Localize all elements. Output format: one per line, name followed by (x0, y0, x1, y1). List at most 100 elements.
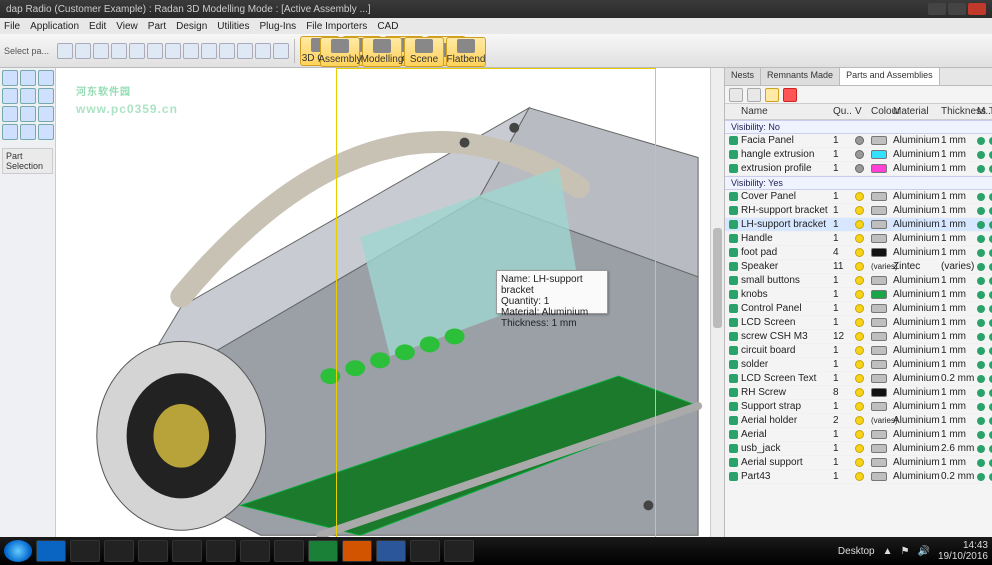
toolbar-icon[interactable] (765, 88, 779, 102)
part-row[interactable]: Speaker11(varies)Zintec(varies) (725, 260, 992, 274)
start-button[interactable] (4, 540, 32, 562)
viewport-scrollbar[interactable] (710, 68, 724, 537)
tool-icon[interactable] (255, 43, 271, 59)
part-row[interactable]: LH-support bracket1Aluminium1 mm (725, 218, 992, 232)
tool-icon[interactable] (201, 43, 217, 59)
tool-icon[interactable] (57, 43, 73, 59)
tab-parts-assemblies[interactable]: Parts and Assemblies (840, 68, 940, 85)
part-row[interactable]: Part431Aluminium0.2 mm (725, 470, 992, 484)
taskbar-app[interactable] (274, 540, 304, 562)
tool-icon[interactable] (183, 43, 199, 59)
part-row[interactable]: usb_jack1Aluminium2.6 mm (725, 442, 992, 456)
tab-nests[interactable]: Nests (725, 68, 761, 85)
lightbulb-icon[interactable] (855, 374, 864, 383)
menu-application[interactable]: Application (30, 21, 79, 32)
tool-icon[interactable] (129, 43, 145, 59)
lightbulb-icon[interactable] (855, 150, 864, 159)
colour-swatch[interactable] (871, 318, 887, 327)
tray-icon[interactable]: 🔊 (917, 546, 929, 557)
palette-icon[interactable] (2, 124, 18, 140)
colour-swatch[interactable] (871, 472, 887, 481)
part-row[interactable]: LCD Screen1Aluminium1 mm (725, 316, 992, 330)
part-colour[interactable]: (varies) (871, 262, 891, 271)
tab-remnants[interactable]: Remnants Made (761, 68, 840, 85)
palette-icon[interactable] (2, 88, 18, 104)
mode-flatbend-button[interactable]: Flatbend (446, 37, 486, 67)
part-selection-panel[interactable]: Part Selection (2, 148, 53, 174)
menu-plugins[interactable]: Plug-Ins (260, 21, 297, 32)
mode-assembly-button[interactable]: Assembly (320, 37, 360, 67)
clock-date[interactable]: 19/10/2016 (938, 551, 988, 562)
palette-icon[interactable] (38, 88, 54, 104)
lightbulb-icon[interactable] (855, 304, 864, 313)
taskbar-app[interactable] (172, 540, 202, 562)
part-colour[interactable]: (varies) (871, 416, 891, 425)
taskbar-app[interactable] (376, 540, 406, 562)
taskbar-app[interactable] (104, 540, 134, 562)
lightbulb-icon[interactable] (855, 388, 864, 397)
col-name[interactable]: Name (741, 106, 831, 117)
lightbulb-icon[interactable] (855, 402, 864, 411)
colour-swatch[interactable] (871, 290, 887, 299)
mode-modelling-button[interactable]: Modelling (362, 37, 402, 67)
tool-icon[interactable] (147, 43, 163, 59)
taskbar-app[interactable] (308, 540, 338, 562)
lightbulb-icon[interactable] (855, 248, 864, 257)
palette-icon[interactable] (2, 106, 18, 122)
menu-utilities[interactable]: Utilities (217, 21, 249, 32)
part-row[interactable]: Facia Panel1Aluminium1 mm (725, 134, 992, 148)
part-row[interactable]: LCD Screen Text1Aluminium0.2 mm (725, 372, 992, 386)
palette-icon[interactable] (2, 70, 18, 86)
lightbulb-icon[interactable] (855, 332, 864, 341)
part-row[interactable]: knobs1Aluminium1 mm (725, 288, 992, 302)
tool-icon[interactable] (111, 43, 127, 59)
part-row[interactable]: Control Panel1Aluminium1 mm (725, 302, 992, 316)
taskbar-app[interactable] (36, 540, 66, 562)
colour-swatch[interactable] (871, 458, 887, 467)
colour-swatch[interactable] (871, 164, 887, 173)
lightbulb-icon[interactable] (855, 290, 864, 299)
colour-swatch[interactable] (871, 374, 887, 383)
menu-view[interactable]: View (116, 21, 138, 32)
palette-icon[interactable] (38, 124, 54, 140)
lightbulb-icon[interactable] (855, 220, 864, 229)
palette-icon[interactable] (38, 106, 54, 122)
lightbulb-icon[interactable] (855, 360, 864, 369)
lightbulb-icon[interactable] (855, 472, 864, 481)
lightbulb-icon[interactable] (855, 430, 864, 439)
tool-icon[interactable] (219, 43, 235, 59)
tool-icon[interactable] (75, 43, 91, 59)
part-row[interactable]: Handle1Aluminium1 mm (725, 232, 992, 246)
taskbar-app[interactable] (138, 540, 168, 562)
col-qty[interactable]: Qu.. (833, 106, 853, 117)
clock-time[interactable]: 14:43 (938, 540, 988, 551)
colour-swatch[interactable] (871, 150, 887, 159)
palette-icon[interactable] (20, 106, 36, 122)
menu-design[interactable]: Design (176, 21, 207, 32)
taskbar-app[interactable] (206, 540, 236, 562)
palette-icon[interactable] (20, 70, 36, 86)
palette-icon[interactable] (20, 88, 36, 104)
visibility-group[interactable]: Visibility: No (725, 120, 992, 134)
colour-swatch[interactable] (871, 444, 887, 453)
colour-swatch[interactable] (871, 276, 887, 285)
colour-swatch[interactable] (871, 206, 887, 215)
parts-list[interactable]: Visibility: NoFacia Panel1Aluminium1 mmh… (725, 120, 992, 537)
mode-scene-button[interactable]: Scene (404, 37, 444, 67)
lightbulb-icon[interactable] (855, 164, 864, 173)
colour-swatch[interactable] (871, 248, 887, 257)
minimize-button[interactable] (928, 3, 946, 15)
part-row[interactable]: hangle extrusion1Aluminium1 mm (725, 148, 992, 162)
lightbulb-icon[interactable] (855, 262, 864, 271)
close-button[interactable] (968, 3, 986, 15)
tray-icon[interactable]: ▲ (883, 546, 893, 557)
part-row[interactable]: Aerial support1Aluminium1 mm (725, 456, 992, 470)
menu-part[interactable]: Part (148, 21, 166, 32)
menu-cad[interactable]: CAD (377, 21, 398, 32)
col-material[interactable]: Material (893, 106, 939, 117)
part-row[interactable]: RH-support bracket1Aluminium1 mm (725, 204, 992, 218)
colour-swatch[interactable] (871, 402, 887, 411)
lightbulb-icon[interactable] (855, 416, 864, 425)
colour-swatch[interactable] (871, 136, 887, 145)
part-row[interactable]: Aerial holder2(varies)Aluminium1 mm (725, 414, 992, 428)
